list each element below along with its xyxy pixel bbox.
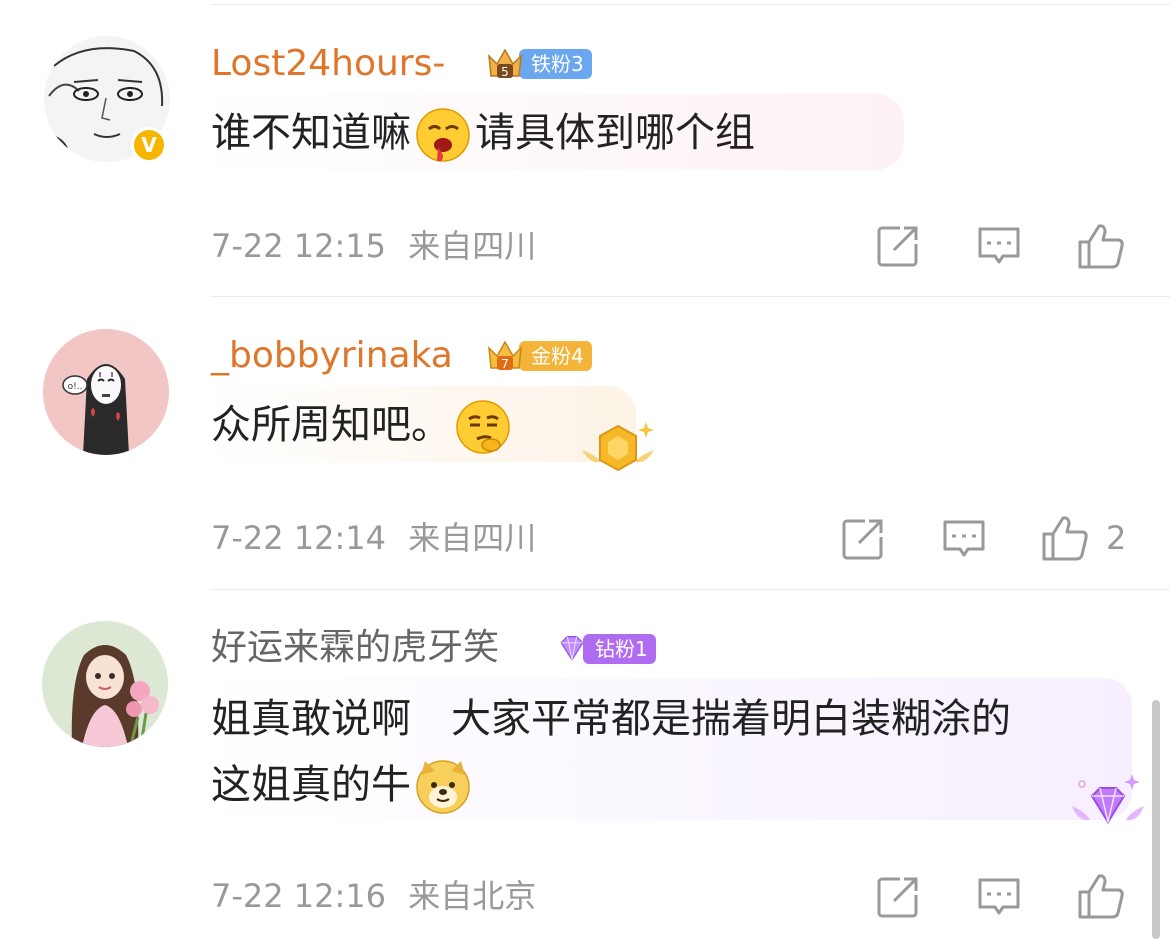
like-icon[interactable]	[1077, 872, 1125, 920]
comment-time: 7-22 12:14	[211, 519, 387, 557]
svg-text:o!..: o!..	[68, 382, 83, 392]
comment-meta: 7-22 12:16 来自北京	[211, 876, 536, 916]
like-icon[interactable]	[1041, 514, 1089, 562]
divider	[210, 589, 1170, 590]
gold-medal-decoration	[582, 422, 654, 472]
comment-text-part: 众所周知吧。	[211, 402, 451, 448]
girl-with-flowers-avatar	[42, 621, 168, 747]
verified-badge-icon: V	[131, 127, 167, 163]
like-icon[interactable]	[1077, 222, 1125, 270]
username[interactable]: Lost24hours-	[211, 42, 445, 86]
fan-badge[interactable]: 5 铁粉3	[483, 48, 592, 80]
share-icon[interactable]	[841, 517, 885, 561]
comment-time: 7-22 12:16	[211, 877, 387, 915]
comment-location: 来自四川	[408, 519, 537, 557]
diamond-badge-icon	[560, 636, 584, 661]
comment-location: 来自四川	[408, 227, 537, 265]
comment-text: 众所周知吧。	[211, 392, 515, 458]
divider	[210, 4, 1170, 5]
fan-badge-label: 钻粉1	[583, 634, 656, 664]
divider	[210, 296, 1170, 297]
comment-text-part: 谁不知道嘛	[211, 110, 411, 156]
fan-badge[interactable]: 钻粉1	[555, 633, 656, 665]
fan-badge-label: 金粉4	[519, 341, 592, 371]
fan-level: 7	[501, 357, 509, 371]
crown-medal-icon: 7	[488, 340, 522, 371]
comment-text-line: 姐真敢说啊 大家平常都是揣着明白装糊涂的	[211, 696, 1011, 742]
avatar[interactable]: o!..	[43, 329, 169, 455]
comment-text: 谁不知道嘛 请具体到哪个组	[211, 100, 755, 166]
fan-badge[interactable]: 7 金粉4	[483, 340, 592, 372]
reply-comment-icon[interactable]	[942, 517, 986, 561]
scrollbar[interactable]	[1152, 700, 1160, 939]
fan-level: 5	[501, 65, 509, 79]
comment-meta: 7-22 12:15 来自四川	[211, 226, 536, 266]
fan-badge-label: 铁粉3	[519, 49, 592, 79]
crown-medal-icon: 5	[488, 48, 522, 79]
comment-text-part: 请具体到哪个组	[475, 110, 755, 156]
reply-comment-icon[interactable]	[977, 875, 1021, 919]
comment-text-line: 这姐真的牛	[211, 752, 1011, 818]
like-count: 2	[1106, 519, 1127, 557]
username[interactable]: _bobbyrinaka	[211, 334, 453, 378]
drooling-face-icon	[416, 108, 470, 162]
diamond-fan-decoration	[1072, 774, 1144, 824]
comment-text-part: 这姐真的牛	[211, 762, 411, 808]
username[interactable]: 好运来霖的虎牙笑	[211, 626, 499, 670]
reply-comment-icon[interactable]	[977, 224, 1021, 268]
comment-text: 姐真敢说啊 大家平常都是揣着明白装糊涂的 这姐真的牛	[211, 686, 1011, 818]
comment-meta: 7-22 12:14 来自四川	[211, 518, 536, 558]
doge-icon	[416, 760, 470, 814]
avatar[interactable]	[42, 621, 168, 747]
share-icon[interactable]	[876, 224, 920, 268]
comment-location: 来自北京	[408, 877, 537, 915]
share-icon[interactable]	[876, 875, 920, 919]
no-face-avatar: o!..	[43, 329, 169, 455]
comment-time: 7-22 12:15	[211, 227, 387, 265]
thinking-face-icon	[456, 400, 510, 454]
